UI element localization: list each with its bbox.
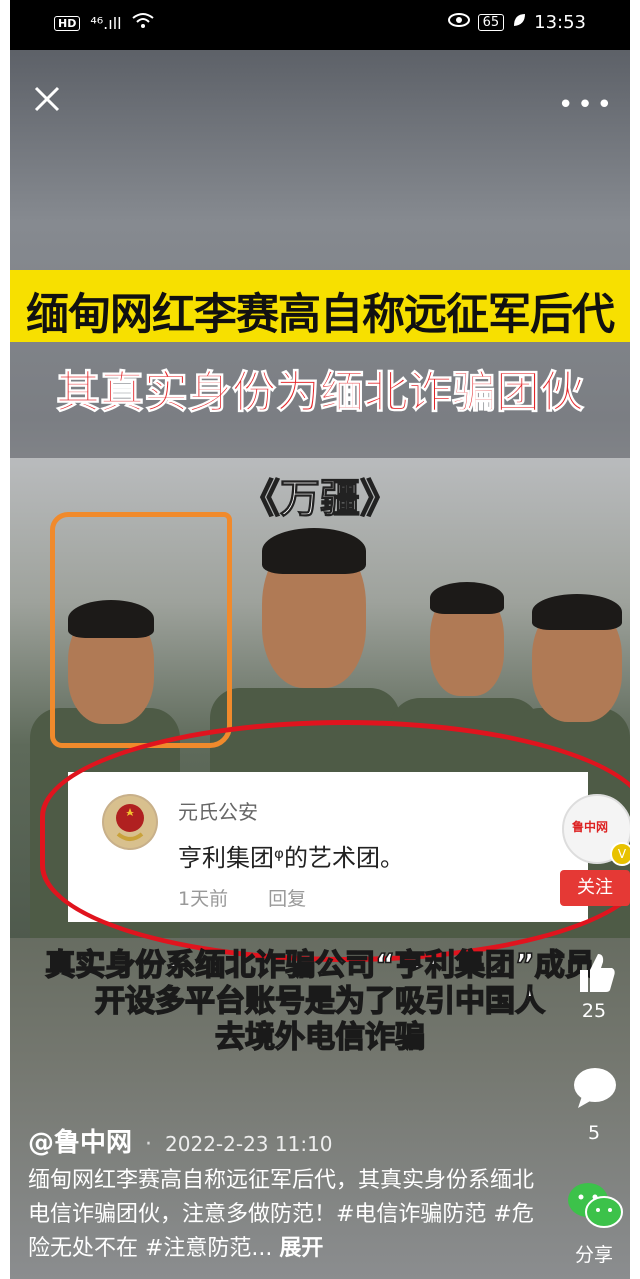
status-bar: HD ⁴⁶.ıll 65 13:53 <box>10 0 630 50</box>
like-icon[interactable] <box>576 950 616 994</box>
comment-icon[interactable] <box>572 1066 618 1110</box>
like-count: 25 <box>581 1000 607 1022</box>
expand-button[interactable]: 展开 <box>279 1236 323 1261</box>
comment-count: 5 <box>587 1122 601 1144</box>
post-description: 缅甸网红李赛高自称远征军后代，其真实身份系缅北电信诈骗团伙，注意多做防范！#电信… <box>28 1164 548 1266</box>
author-avatar[interactable]: 鲁中网 V <box>562 794 630 866</box>
post-author-line: @鲁中网 · 2022-2-23 11:10 <box>28 1122 333 1159</box>
red-annotation-circle <box>40 720 630 962</box>
more-icon[interactable]: ••• <box>558 90 616 120</box>
headline-banner-yellow: 缅甸网红李赛高自称远征军后代 <box>10 270 630 342</box>
follow-button[interactable]: 关注 <box>560 870 630 906</box>
clock: 13:53 <box>534 12 586 33</box>
post-date: 2022-2-23 11:10 <box>165 1132 333 1156</box>
avatar-logo-text: 鲁中网 <box>572 820 609 834</box>
share-icon[interactable] <box>566 1180 624 1232</box>
caption-line-1: 真实身份系缅北诈骗公司“亨利集团”成员 <box>45 947 596 984</box>
author-handle[interactable]: @鲁中网 <box>28 1128 132 1158</box>
caption-line-2: 开设多平台账号是为了吸引中国人 <box>94 983 546 1020</box>
headline-line-1: 缅甸网红李赛高自称远征军后代 <box>26 290 615 340</box>
caption-line-3: 去境外电信诈骗 <box>214 1019 426 1056</box>
headline-line-2: 其真实身份为缅北诈骗团伙 <box>56 367 585 419</box>
close-icon[interactable] <box>32 84 62 114</box>
video-caption: 真实身份系缅北诈骗公司“亨利集团”成员 开设多平台账号是为了吸引中国人 去境外电… <box>10 947 630 1056</box>
phone-screen: HD ⁴⁶.ıll 65 13:53 ••• 缅甸网红李赛高自称远征军后代 其真… <box>10 0 630 1279</box>
battery-indicator: 65 <box>477 14 505 31</box>
signal-icon: ⁴⁶.ıll <box>90 13 122 33</box>
share-label: 分享 <box>574 1244 613 1266</box>
hd-badge: HD <box>54 15 81 31</box>
separator-dot: · <box>145 1132 153 1157</box>
wifi-icon <box>131 12 154 34</box>
eye-icon <box>447 12 470 33</box>
verified-badge: V <box>610 842 630 866</box>
leaf-icon <box>512 12 526 33</box>
orange-annotation-box <box>50 512 232 748</box>
